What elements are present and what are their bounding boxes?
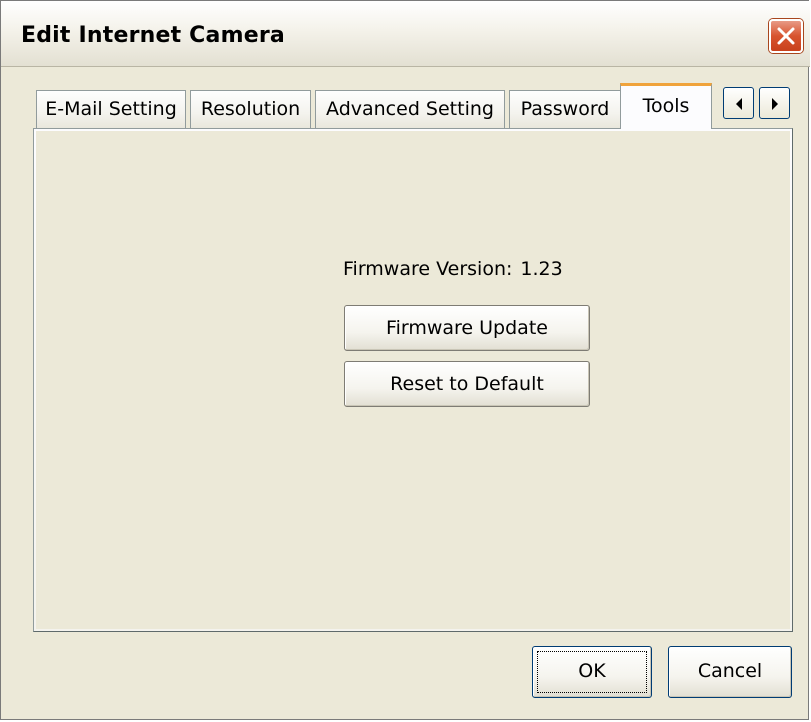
arrow-right-icon: [772, 98, 778, 110]
title-bar[interactable]: Edit Internet Camera: [1, 1, 810, 67]
tab-resolution[interactable]: Resolution: [190, 90, 311, 128]
tab-scroll-buttons: [723, 87, 791, 119]
tab-email-setting[interactable]: E-Mail Setting: [36, 90, 186, 128]
tools-tab-panel: Firmware Version: 1.23 Firmware Update Re…: [33, 128, 793, 632]
firmware-version-label: Firmware Version:: [343, 258, 513, 280]
cancel-button[interactable]: Cancel: [668, 646, 792, 698]
tab-tools[interactable]: Tools: [620, 83, 712, 129]
tools-panel-content: Firmware Version: 1.23 Firmware Update Re…: [36, 131, 790, 629]
tab-scroll-left-button[interactable]: [723, 87, 754, 119]
close-button[interactable]: [769, 19, 803, 53]
arrow-left-icon: [736, 98, 742, 110]
ok-button-label: OK: [578, 660, 606, 682]
firmware-version-row: Firmware Version: 1.23: [343, 258, 563, 280]
firmware-update-button[interactable]: Firmware Update: [344, 305, 590, 351]
tab-scroll-right-button[interactable]: [759, 87, 790, 119]
close-icon: [777, 27, 795, 45]
tab-advanced-setting[interactable]: Advanced Setting: [315, 90, 505, 128]
tab-password[interactable]: Password: [509, 90, 621, 128]
reset-to-default-button[interactable]: Reset to Default: [344, 361, 590, 407]
firmware-version-value: 1.23: [520, 258, 563, 280]
cancel-button-label: Cancel: [697, 660, 763, 682]
window-title: Edit Internet Camera: [21, 23, 285, 48]
edit-internet-camera-dialog: Edit Internet Camera E-Mail Setting Reso…: [0, 0, 810, 720]
ok-button[interactable]: OK: [532, 646, 652, 698]
